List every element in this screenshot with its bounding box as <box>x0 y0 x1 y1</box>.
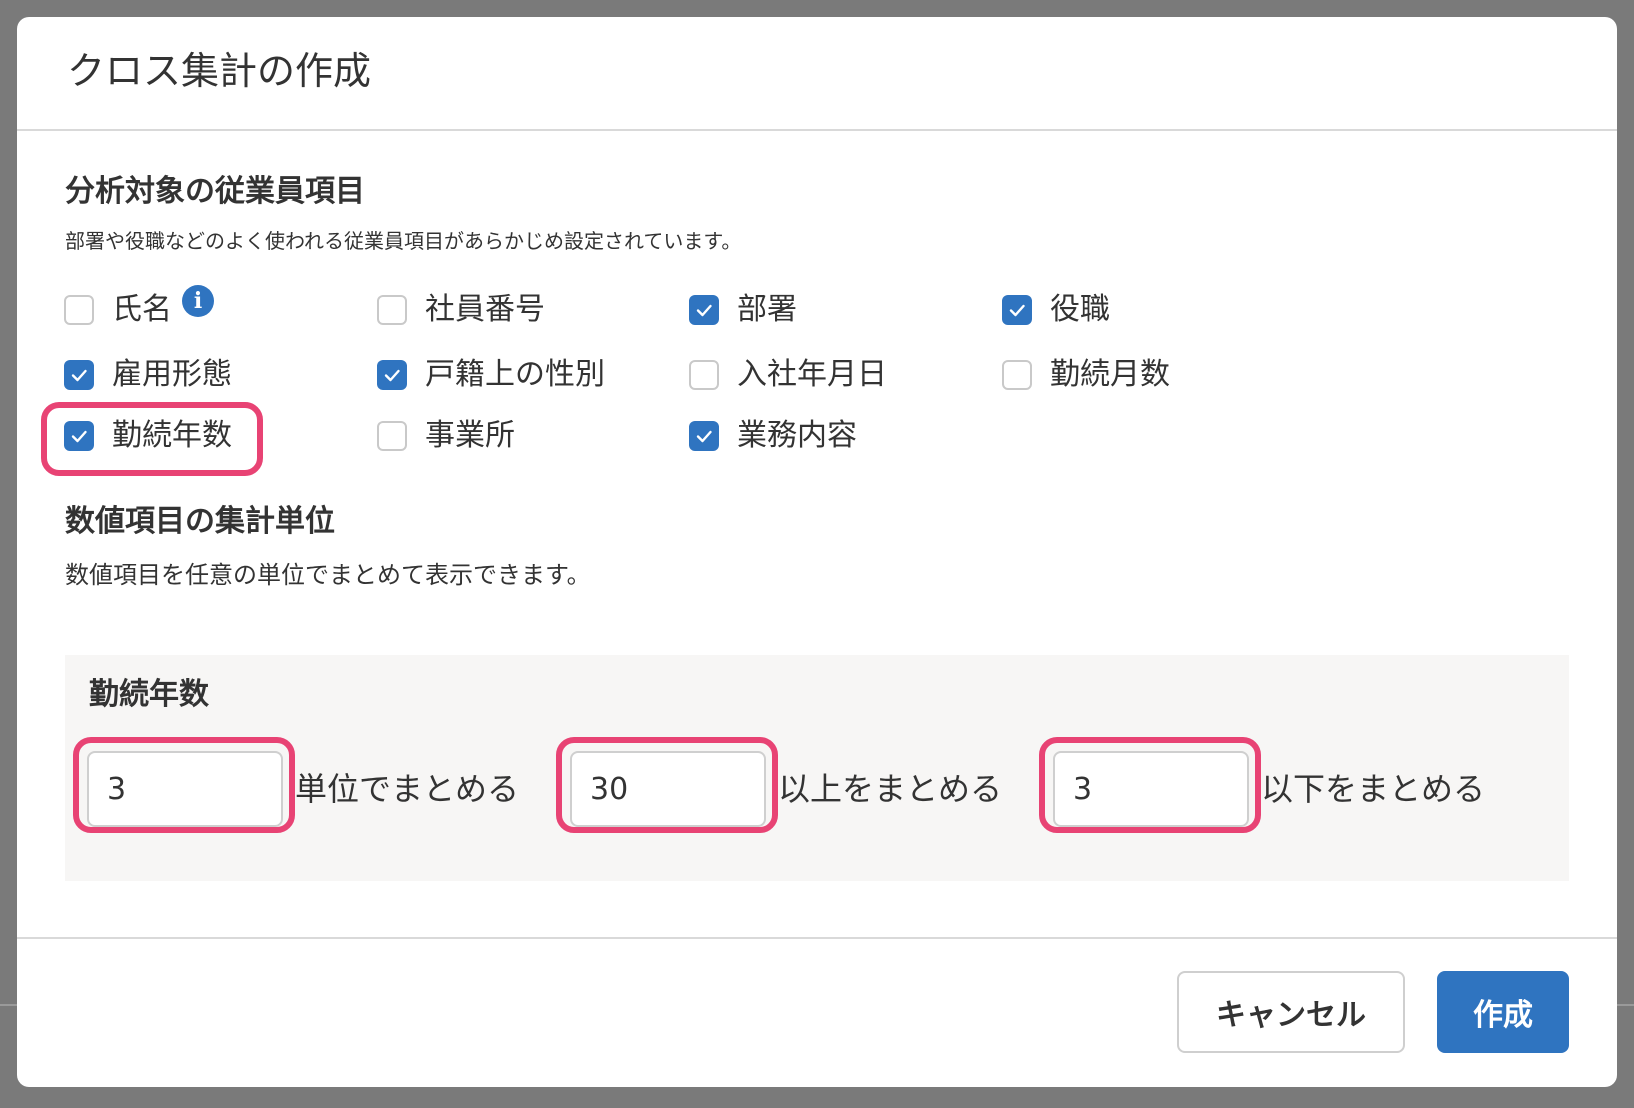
numeric-grouping-title: 数値項目の集計単位 <box>65 504 335 539</box>
cancel-button[interactable]: キャンセル <box>1177 971 1405 1053</box>
checkbox[interactable] <box>1002 360 1032 390</box>
checkbox-label: 社員番号 <box>425 292 545 327</box>
checkbox-item-gender[interactable]: 戸籍上の性別 <box>377 349 605 401</box>
checkbox-label: 入社年月日 <box>737 357 887 392</box>
checkbox-label: 部署 <box>737 292 797 327</box>
checkbox-checked[interactable] <box>64 360 94 390</box>
checkbox-item-office[interactable]: 事業所 <box>377 410 515 462</box>
above-suffix: 以上をまとめる <box>778 770 1003 808</box>
checkbox-label: 事業所 <box>425 418 515 453</box>
cross-tab-dialog: クロス集計の作成 分析対象の従業員項目 部署や役職などのよく使われる従業員項目が… <box>17 17 1617 1087</box>
highlight-above-input <box>556 737 778 833</box>
highlight-below-input <box>1039 737 1261 833</box>
checkbox-item-position[interactable]: 役職 <box>1002 284 1110 336</box>
checkbox-checked[interactable] <box>377 360 407 390</box>
checkbox-item-employee-number[interactable]: 社員番号 <box>377 284 545 336</box>
below-suffix: 以下をまとめる <box>1261 770 1486 808</box>
checkbox-checked[interactable] <box>1002 295 1032 325</box>
checkbox-item-tenure-months[interactable]: 勤続月数 <box>1002 349 1170 401</box>
checkbox-item-employment-type[interactable]: 雇用形態 <box>64 349 232 401</box>
dialog-footer: キャンセル 作成 <box>17 937 1617 1087</box>
checkbox-label: 役職 <box>1050 292 1110 327</box>
numeric-grouping-panel: 勤続年数 単位でまとめる 以上をまとめる 以下をまとめる <box>65 655 1569 881</box>
checkbox-label: 勤続月数 <box>1050 357 1170 392</box>
info-icon[interactable]: i <box>182 285 214 317</box>
check-icon <box>1009 304 1025 317</box>
check-icon <box>696 304 712 317</box>
highlight-tenure-years <box>41 402 263 476</box>
checkbox-item-hire-date[interactable]: 入社年月日 <box>689 349 887 401</box>
create-button[interactable]: 作成 <box>1437 971 1569 1053</box>
check-icon <box>696 430 712 443</box>
checkbox-item-name[interactable]: 氏名 i <box>64 284 214 336</box>
dialog-title: クロス集計の作成 <box>67 49 372 93</box>
checkbox-label: 氏名 <box>112 292 172 327</box>
checkbox-label: 業務内容 <box>737 418 857 453</box>
checkbox-label: 雇用形態 <box>112 357 232 392</box>
checkbox[interactable] <box>64 295 94 325</box>
checkbox-label: 戸籍上の性別 <box>425 357 605 392</box>
panel-title: 勤続年数 <box>89 677 209 712</box>
checkbox[interactable] <box>377 295 407 325</box>
check-icon <box>71 369 87 382</box>
checkbox-item-department[interactable]: 部署 <box>689 284 797 336</box>
numeric-grouping-description: 数値項目を任意の単位でまとめて表示できます。 <box>65 561 591 589</box>
checkbox-checked[interactable] <box>689 295 719 325</box>
highlight-unit-input <box>73 737 295 833</box>
employee-fields-title: 分析対象の従業員項目 <box>65 174 365 209</box>
checkbox[interactable] <box>377 421 407 451</box>
dialog-header: クロス集計の作成 <box>17 17 1617 131</box>
checkbox-item-job-content[interactable]: 業務内容 <box>689 410 857 462</box>
unit-suffix: 単位でまとめる <box>295 770 520 808</box>
checkbox-checked[interactable] <box>689 421 719 451</box>
employee-fields-description: 部署や役職などのよく使われる従業員項目があらかじめ設定されています。 <box>65 229 742 253</box>
check-icon <box>384 369 400 382</box>
checkbox[interactable] <box>689 360 719 390</box>
